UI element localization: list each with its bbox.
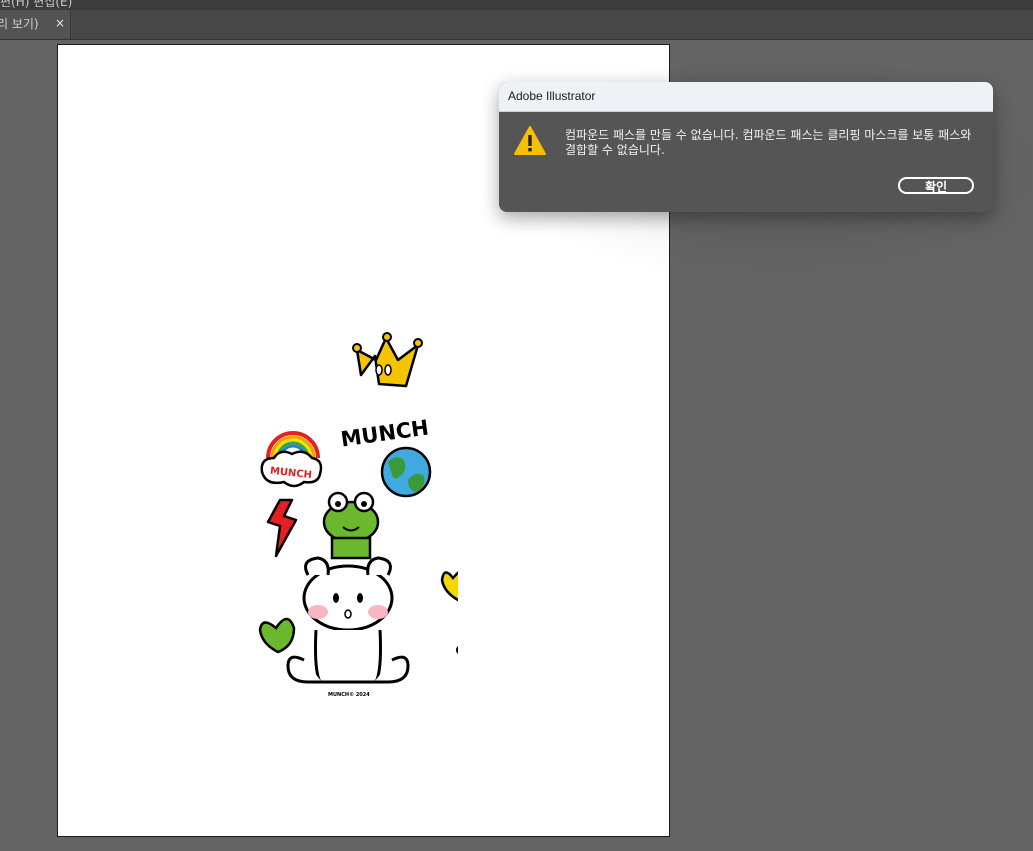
yellow-heart-illustration xyxy=(440,571,458,602)
ok-button[interactable]: 확인 xyxy=(898,177,974,194)
munch-logo-text: MUNCH xyxy=(339,415,430,451)
rainbow-cloud-illustration: MUNCH xyxy=(260,431,323,488)
crown-illustration xyxy=(352,332,423,388)
dog-illustration xyxy=(286,556,410,684)
globe-illustration xyxy=(380,446,432,498)
close-icon[interactable]: × xyxy=(55,16,65,30)
artwork-illustration: MUNCH MUNCH xyxy=(258,332,458,684)
menu-bar: 편(H) 편집(E) xyxy=(0,0,1033,10)
music-note-illustration xyxy=(456,646,458,654)
document-tab-label: 리 보기) xyxy=(0,17,39,31)
frog-illustration xyxy=(322,491,380,560)
lightning-illustration xyxy=(266,498,298,558)
green-heart-illustration xyxy=(258,617,296,654)
alert-dialog: Adobe Illustrator 컴파운드 패스를 만들 수 없습니다. 컴파… xyxy=(499,82,993,212)
dialog-title: Adobe Illustrator xyxy=(508,89,596,103)
dialog-titlebar[interactable]: Adobe Illustrator xyxy=(499,82,993,112)
artwork-copyright-text: MUNCH© 2024 xyxy=(328,692,370,698)
dialog-message: 컴파운드 패스를 만들 수 없습니다. 컴파운드 패스는 클리핑 마스크를 보통… xyxy=(565,128,972,157)
menu-bar-text[interactable]: 편(H) 편집(E) xyxy=(0,0,72,10)
document-tab[interactable]: 리 보기) × xyxy=(0,10,71,39)
warning-icon xyxy=(514,126,546,155)
document-tab-bar: 리 보기) × xyxy=(0,10,1033,40)
